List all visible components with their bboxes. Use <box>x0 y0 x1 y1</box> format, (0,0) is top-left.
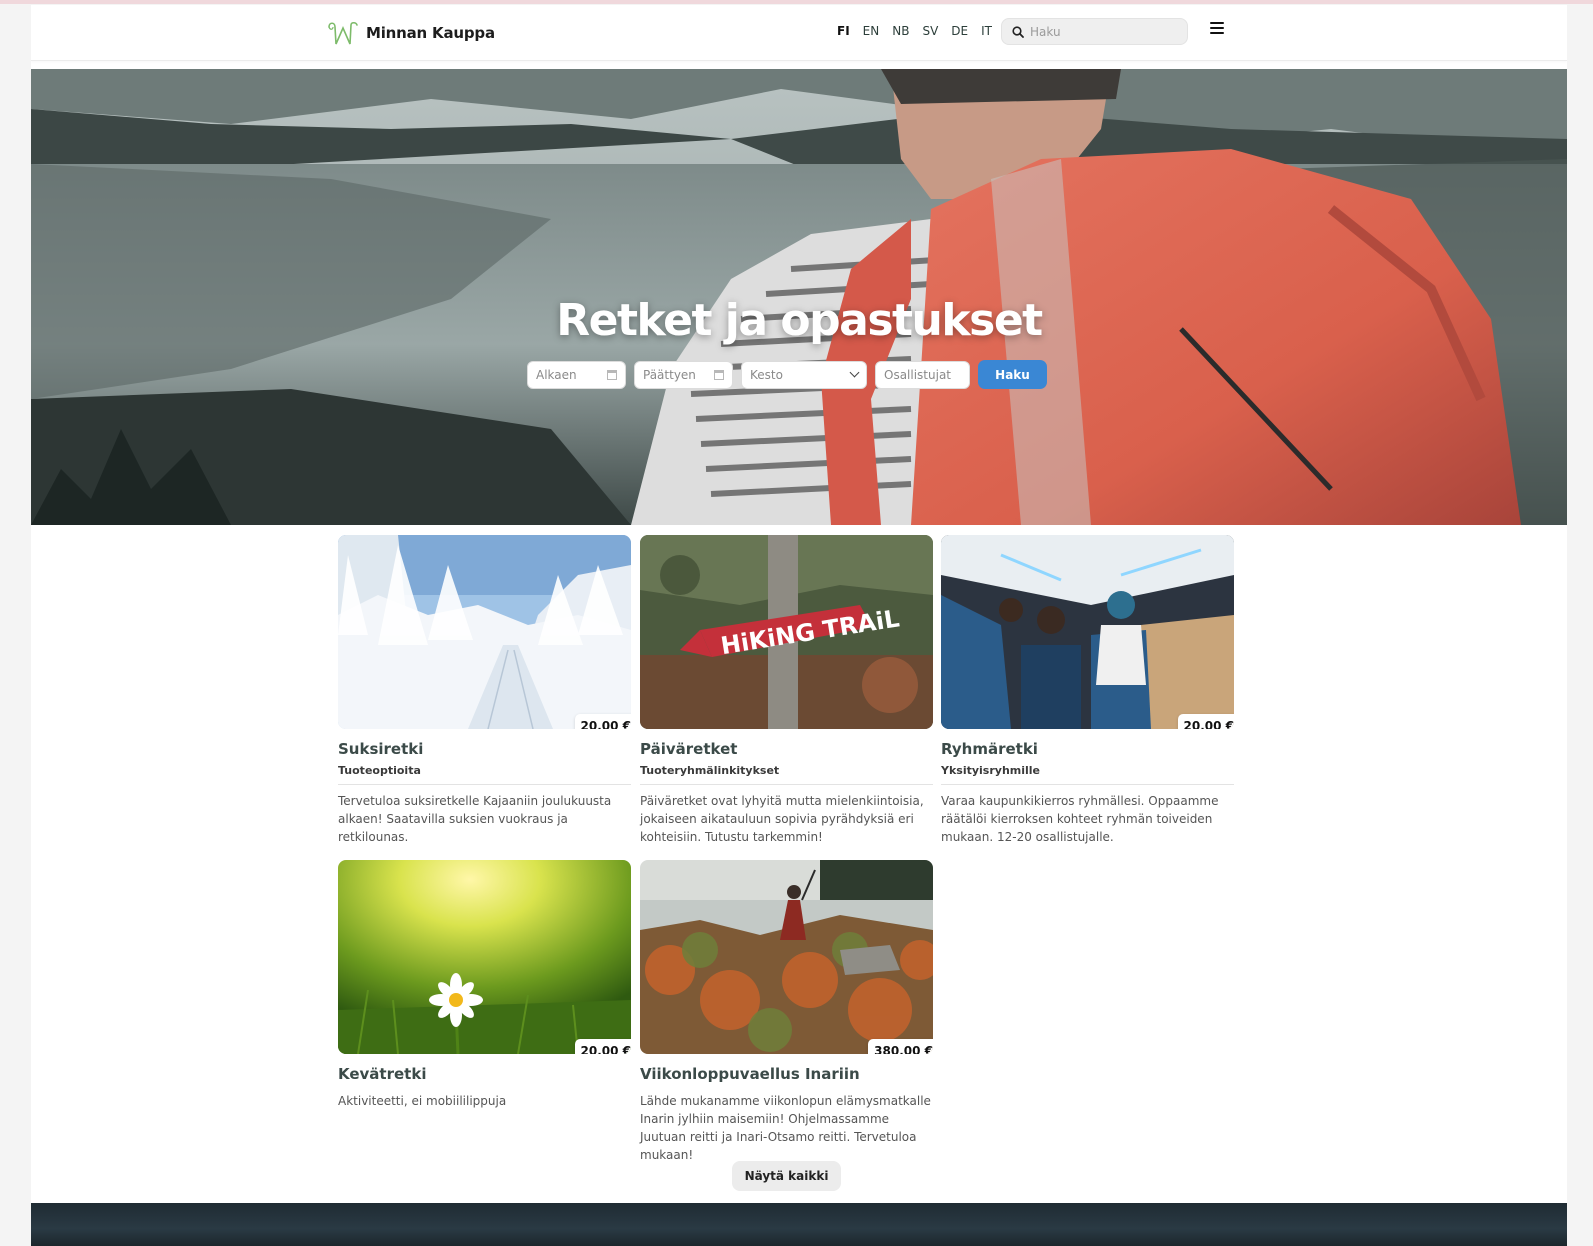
product-description: Lähde mukanamme viikonlopun elämysmatkal… <box>640 1094 931 1162</box>
site-header: Minnan Kauppa FI EN NB SV DE IT <box>31 5 1567 61</box>
product-card[interactable]: 20,00 € Suksiretki Tuoteoptioita Tervetu… <box>338 535 631 846</box>
product-title[interactable]: Päiväretket <box>640 740 933 758</box>
product-image-frame: HiKiNG TRAiL <box>640 535 933 729</box>
end-date-input[interactable] <box>643 367 714 382</box>
page: Minnan Kauppa FI EN NB SV DE IT Haku Ret… <box>31 5 1567 1246</box>
show-all-button[interactable]: Näytä kaikki <box>732 1161 841 1191</box>
product-card[interactable]: 380,00 € Viikonloppuvaellus Inariin Lähd… <box>640 860 933 1164</box>
product-description: Varaa kaupunkikierros ryhmällesi. Oppaam… <box>941 794 1219 844</box>
product-image-frame: 20,00 € <box>338 535 631 729</box>
product-image-frame: 20,00 € <box>338 860 631 1054</box>
logo-m-icon <box>328 21 358 45</box>
product-card[interactable]: 20,00 € Kevätretki Aktiviteetti, ei mobi… <box>338 860 631 1110</box>
product-subtitle: Yksityisryhmille <box>941 764 1234 785</box>
lang-it[interactable]: IT <box>981 24 992 38</box>
participants-field <box>875 360 970 389</box>
lang-sv[interactable]: SV <box>922 24 938 38</box>
product-description: Aktiviteetti, ei mobiililippuja <box>338 1094 507 1108</box>
calendar-icon <box>607 369 617 380</box>
price-badge: 20,00 € <box>574 714 631 729</box>
search-input[interactable] <box>1030 24 1180 39</box>
lang-nb[interactable]: NB <box>892 24 909 38</box>
price-badge: 20,00 € <box>574 1039 631 1054</box>
product-card[interactable]: 20,00 € Ryhmäretki Yksityisryhmille Vara… <box>941 535 1234 846</box>
bus-passengers-image <box>941 535 1234 729</box>
price-badge: 20,00 € <box>1177 714 1234 729</box>
product-subtitle: Tuoteryhmälinkitykset <box>640 764 933 785</box>
hamburger-menu-icon[interactable] <box>1210 22 1224 38</box>
end-date-field <box>634 360 733 389</box>
snowy-forest-trail-image <box>338 535 631 729</box>
language-switcher: FI EN NB SV DE IT <box>837 24 992 38</box>
hiking-trail-sign-image: HiKiNG TRAiL <box>640 535 933 729</box>
search-icon <box>1012 25 1024 38</box>
product-image-frame: 380,00 € <box>640 860 933 1054</box>
chevron-down-icon <box>849 367 860 378</box>
autumn-hiker-image <box>640 860 933 1054</box>
participants-input[interactable] <box>884 367 961 382</box>
footer-image-band <box>31 1203 1567 1246</box>
spring-daisy-image <box>338 860 631 1054</box>
logo-link[interactable]: Minnan Kauppa <box>326 19 495 47</box>
top-accent-line <box>0 0 1593 4</box>
duration-select-value: Kesto <box>750 367 783 382</box>
hero-search-button[interactable]: Haku <box>978 360 1047 389</box>
product-title[interactable]: Suksiretki <box>338 740 631 758</box>
product-description: Tervetuloa suksiretkelle Kajaaniin joulu… <box>338 794 612 844</box>
product-title[interactable]: Ryhmäretki <box>941 740 1234 758</box>
start-date-input[interactable] <box>536 367 607 382</box>
hero-search-form: Kesto Haku <box>527 360 1047 389</box>
price-badge: 380,00 € <box>868 1039 933 1054</box>
hero-title: Retket ja opastukset <box>556 295 1043 346</box>
start-date-field <box>527 360 626 389</box>
lang-de[interactable]: DE <box>951 24 968 38</box>
product-subtitle: Tuoteoptioita <box>338 764 631 785</box>
hero-banner: Retket ja opastukset Kesto Haku <box>31 69 1567 525</box>
product-image-frame: 20,00 € <box>941 535 1234 729</box>
product-title[interactable]: Kevätretki <box>338 1065 631 1083</box>
header-search <box>1001 18 1188 45</box>
product-card[interactable]: HiKiNG TRAiL Päiväretket Tuoteryhmälinki… <box>640 535 933 846</box>
duration-select[interactable]: Kesto <box>741 360 867 389</box>
lang-en[interactable]: EN <box>863 24 880 38</box>
logo-text: Minnan Kauppa <box>366 24 495 42</box>
lang-fi[interactable]: FI <box>837 24 850 38</box>
calendar-icon <box>714 369 724 380</box>
product-title[interactable]: Viikonloppuvaellus Inariin <box>640 1065 933 1083</box>
product-description: Päiväretket ovat lyhyitä mutta mielenkii… <box>640 794 924 844</box>
